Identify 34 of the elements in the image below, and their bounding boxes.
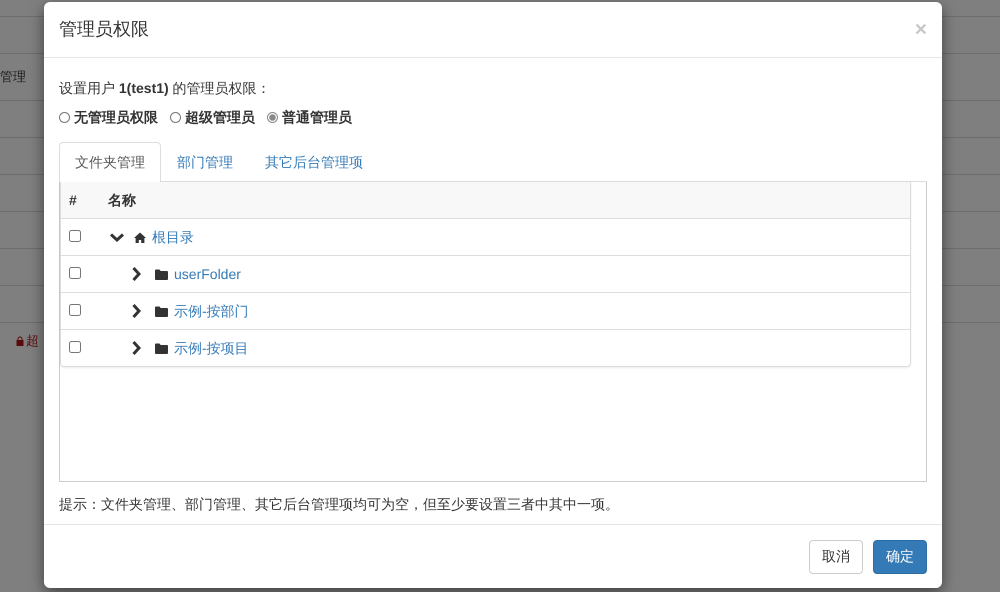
column-header: # (68, 190, 78, 210)
background-text: 超 (26, 332, 39, 350)
cancel-button[interactable]: 取消 (809, 540, 863, 574)
folder-icon (155, 306, 168, 316)
tab[interactable]: 部门管理 (161, 142, 249, 182)
role-radio[interactable] (170, 112, 181, 123)
tree-link[interactable]: 示例-按项目 (174, 338, 249, 358)
background-text: 管理 (0, 68, 26, 86)
row-checkbox[interactable] (69, 266, 81, 278)
chevron-down-icon[interactable] (110, 232, 124, 242)
column-header: 名称 (108, 190, 136, 210)
chevron-right-icon[interactable] (132, 267, 141, 281)
hint-text: 提示：文件夹管理、部门管理、其它后台管理项均可为空，但至少要设置三者中其中一项。 (59, 495, 620, 514)
tab[interactable]: 其它后台管理项 (249, 142, 379, 182)
folder-icon (155, 268, 168, 280)
role-label: 无管理员权限 (74, 108, 158, 127)
role-radio[interactable] (59, 112, 70, 123)
row-checkbox[interactable] (69, 230, 81, 242)
role-label: 普通管理员 (282, 108, 352, 127)
role-label: 超级管理员 (185, 108, 255, 127)
tree-link[interactable]: 根目录 (152, 226, 194, 248)
tab[interactable]: 文件夹管理 (59, 142, 161, 182)
home-icon (134, 232, 146, 242)
folder-icon (155, 342, 168, 354)
row-checkbox[interactable] (69, 340, 81, 352)
dialog-title: 管理员权限 (59, 18, 149, 40)
role-radio[interactable] (267, 112, 278, 123)
tree-link[interactable]: userFolder (174, 264, 241, 284)
row-checkbox[interactable] (69, 304, 81, 316)
chevron-right-icon[interactable] (132, 304, 141, 318)
confirm-button[interactable]: 确定 (873, 540, 927, 574)
tree-link[interactable]: 示例-按部门 (174, 300, 249, 322)
intro-text: 设置用户 1(test1) 的管理员权限： (59, 79, 272, 98)
chevron-right-icon[interactable] (132, 341, 141, 355)
